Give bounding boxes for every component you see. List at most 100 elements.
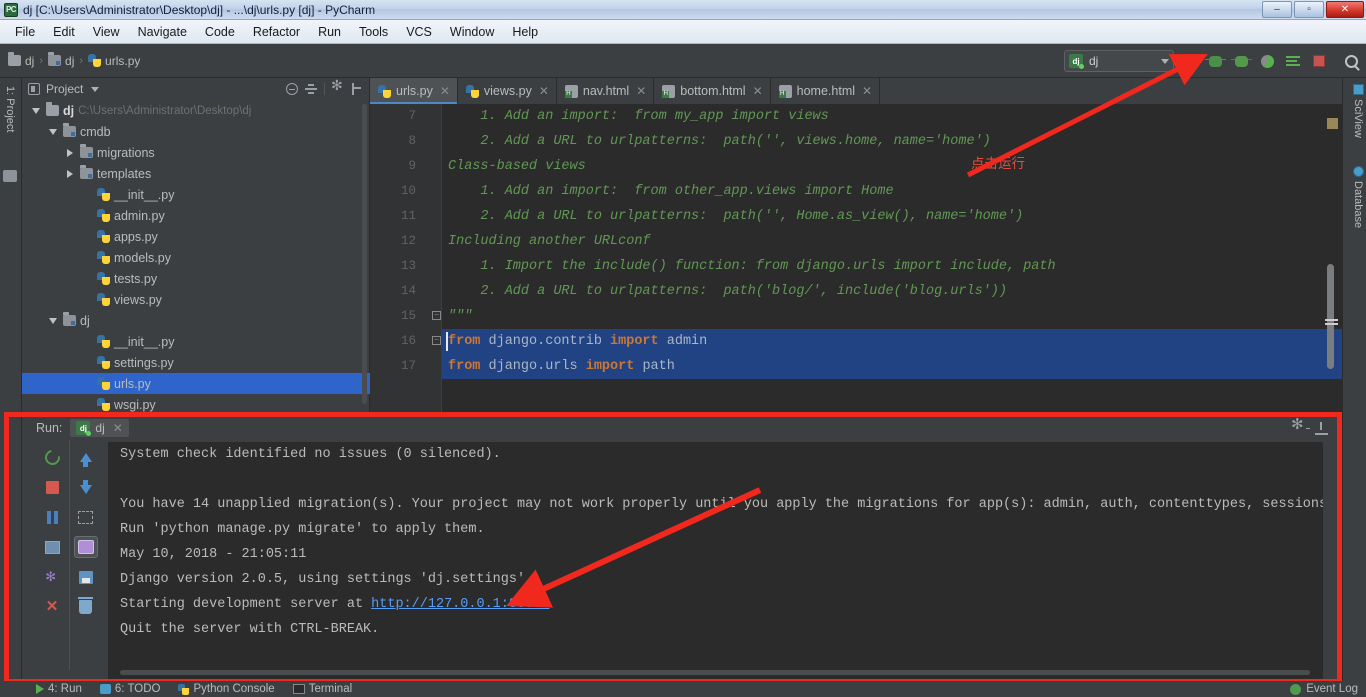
attach-button[interactable] (1282, 50, 1304, 72)
tree-item-appspy[interactable]: apps.py (22, 226, 370, 247)
pause-button[interactable] (40, 506, 64, 528)
tree-item-initpy[interactable]: __init__.py (22, 184, 370, 205)
scroll-up-button[interactable] (74, 446, 98, 468)
expand-icon[interactable] (305, 83, 317, 95)
editor-scrollbar[interactable] (1327, 134, 1334, 414)
view-grid-button[interactable] (40, 536, 64, 558)
settings-gear-icon[interactable] (331, 78, 344, 95)
sidebar-tab-database[interactable]: Database (1352, 166, 1364, 228)
close-icon[interactable]: ✕ (440, 84, 450, 98)
tree-item-label: settings.py (114, 355, 174, 370)
menu-edit[interactable]: Edit (44, 23, 84, 41)
menu-vcs[interactable]: VCS (397, 23, 441, 41)
stop-button[interactable] (40, 476, 64, 498)
editor-tab-navhtml[interactable]: nav.html ✕ (557, 78, 655, 104)
close-tab-button[interactable]: ✕ (40, 596, 64, 618)
twisty-expanded-icon[interactable] (47, 317, 59, 324)
close-icon[interactable]: ✕ (636, 84, 646, 98)
console-horizontal-scrollbar[interactable] (120, 670, 1310, 675)
menu-code[interactable]: Code (196, 23, 244, 41)
tree-item-dj[interactable]: dj (22, 310, 370, 331)
settings-gear-icon[interactable] (1291, 417, 1310, 435)
statusbar-item-run[interactable]: 4: Run (36, 683, 82, 695)
scroll-down-button[interactable] (74, 476, 98, 498)
close-icon[interactable]: ✕ (753, 84, 763, 98)
minimize-button[interactable]: – (1262, 1, 1292, 18)
wrap-button[interactable] (74, 506, 98, 528)
statusbar-event-log[interactable]: Event Log (1290, 683, 1358, 695)
hide-window-icon[interactable] (1315, 421, 1328, 435)
tree-item-wsgipy[interactable]: wsgi.py (22, 394, 370, 415)
close-button[interactable]: ✕ (1326, 1, 1364, 18)
tree-item-adminpy[interactable]: admin.py (22, 205, 370, 226)
fold-marker-icon[interactable]: − (432, 336, 441, 345)
statusbar-item-terminal[interactable]: Terminal (292, 683, 352, 695)
close-icon[interactable]: ✕ (862, 84, 872, 98)
rerun-button[interactable] (40, 446, 64, 468)
tree-item-testspy[interactable]: tests.py (22, 268, 370, 289)
editor-tab-viewspy[interactable]: views.py ✕ (458, 78, 557, 104)
twisty-collapsed-icon[interactable] (64, 148, 76, 157)
run-configuration-selector[interactable]: dj dj (1064, 50, 1174, 72)
menu-window[interactable]: Window (441, 23, 503, 41)
tree-item-migrations[interactable]: migrations (22, 142, 370, 163)
statusbar-label: Event Log (1306, 683, 1358, 695)
pin-tab-button[interactable]: ✻ (40, 566, 64, 588)
maximize-button[interactable]: ▫ (1294, 1, 1324, 18)
soft-wrap-button[interactable] (73, 536, 98, 558)
run-session-tab[interactable]: dj dj ✕ (70, 419, 129, 437)
breadcrumb-item-module[interactable]: dj (48, 52, 74, 68)
menu-file[interactable]: File (6, 23, 44, 41)
clear-all-button[interactable] (74, 596, 98, 618)
stop-button[interactable] (1308, 50, 1330, 72)
clear-all-icon (78, 597, 94, 614)
scrollbar-thumb[interactable] (1327, 264, 1334, 369)
twisty-expanded-icon[interactable] (30, 107, 42, 114)
run-coverage-button[interactable] (1230, 50, 1252, 72)
code-editor[interactable]: 7 1. Add an import: from my_app import v… (370, 104, 1342, 416)
tree-item-initpy[interactable]: __init__.py (22, 331, 370, 352)
tree-item-settingspy[interactable]: settings.py (22, 352, 370, 373)
sidebar-tab-sciview[interactable]: SciView (1352, 84, 1364, 138)
statusbar-item-python-console[interactable]: Python Console (178, 683, 275, 695)
menu-run[interactable]: Run (309, 23, 350, 41)
menu-help[interactable]: Help (503, 23, 547, 41)
server-url-link[interactable]: http://127.0.0.1:8001/ (371, 597, 549, 612)
editor-tabs[interactable]: urls.py✕views.py✕nav.html✕bottom.html✕ho… (370, 78, 1342, 104)
statusbar-item-todo[interactable]: 6: TODO (99, 683, 160, 695)
tree-item-viewspy[interactable]: views.py (22, 289, 370, 310)
twisty-expanded-icon[interactable] (47, 128, 59, 135)
twisty-collapsed-icon[interactable] (64, 169, 76, 178)
breadcrumb-item-project[interactable]: dj (8, 52, 34, 68)
tree-item-modelspy[interactable]: models.py (22, 247, 370, 268)
editor-tab-urlspy[interactable]: urls.py ✕ (370, 78, 458, 104)
chevron-down-icon[interactable] (91, 86, 100, 92)
tree-item-cmdb[interactable]: cmdb (22, 121, 370, 142)
fold-marker-icon[interactable]: − (432, 311, 441, 320)
tree-item-label: dj (63, 103, 75, 118)
tree-item-templates[interactable]: templates (22, 163, 370, 184)
close-icon[interactable]: ✕ (539, 84, 549, 98)
breadcrumb-item-file[interactable]: urls.py (88, 54, 140, 68)
run-console-output[interactable]: System check identified no issues (0 sil… (108, 442, 1323, 692)
structure-icon[interactable] (3, 170, 17, 182)
tree-item-urlspy[interactable]: urls.py (22, 373, 370, 394)
tree-item-dj[interactable]: dj C:\Users\Administrator\Desktop\dj (22, 100, 370, 121)
print-button[interactable] (74, 566, 98, 588)
collapse-all-icon[interactable] (286, 83, 298, 95)
menu-navigate[interactable]: Navigate (129, 23, 196, 41)
menu-refactor[interactable]: Refactor (244, 23, 309, 41)
run-button[interactable] (1178, 50, 1200, 72)
menu-tools[interactable]: Tools (350, 23, 397, 41)
debug-button[interactable] (1204, 50, 1226, 72)
editor-tab-bottomhtml[interactable]: bottom.html ✕ (654, 78, 771, 104)
editor-tab-homehtml[interactable]: home.html ✕ (771, 78, 881, 104)
project-tree[interactable]: dj C:\Users\Administrator\Desktop\dj cmdb m… (22, 100, 370, 416)
hide-icon[interactable] (351, 83, 363, 95)
project-scrollbar[interactable] (362, 104, 367, 404)
menu-view[interactable]: View (84, 23, 129, 41)
close-icon[interactable]: ✕ (113, 421, 123, 435)
profile-button[interactable] (1256, 50, 1278, 72)
search-everywhere-button[interactable] (1340, 50, 1362, 72)
sidebar-tab-project[interactable]: 1: Project (2, 82, 18, 136)
